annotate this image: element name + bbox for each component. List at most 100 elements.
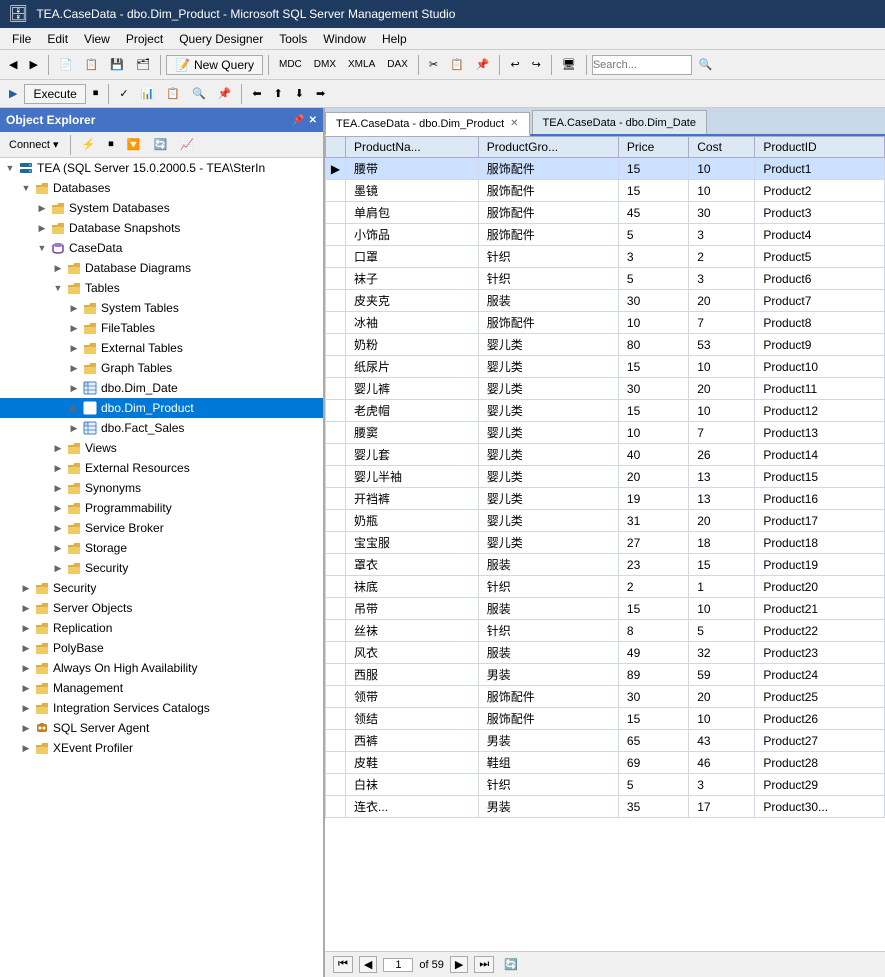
cell-3[interactable]: 20 [689,686,755,708]
table-row[interactable]: 袜底针织21Product20 [326,576,885,598]
tree-toggle-dim-date[interactable]: ▶ [66,383,82,394]
tree-toggle-external-tables[interactable]: ▶ [66,343,82,354]
cell-1[interactable]: 服饰配件 [478,312,618,334]
table-row[interactable]: 口罩针织32Product5 [326,246,885,268]
tb2-parse[interactable]: ✓ [114,82,133,106]
col-price[interactable]: Price [618,137,688,158]
cell-2[interactable]: 30 [618,290,688,312]
menu-item-help[interactable]: Help [374,30,415,48]
tab-close-dim-product-tab[interactable]: ✕ [510,118,518,129]
cell-2[interactable]: 23 [618,554,688,576]
oe-close-icon[interactable]: ✕ [309,115,317,126]
tb-cut[interactable]: ✂ [424,53,443,77]
table-row[interactable]: 婴儿裤婴儿类3020Product11 [326,378,885,400]
cell-1[interactable]: 服饰配件 [478,202,618,224]
cell-3[interactable]: 1 [689,576,755,598]
cell-0[interactable]: 婴儿半袖 [346,466,479,488]
cell-4[interactable]: Product5 [755,246,885,268]
table-row[interactable]: 老虎帽婴儿类1510Product12 [326,400,885,422]
cell-1[interactable]: 针织 [478,246,618,268]
cell-4[interactable]: Product17 [755,510,885,532]
cell-2[interactable]: 15 [618,356,688,378]
tree-item-views[interactable]: ▶Views [0,438,323,458]
tb2-btn5[interactable]: 📌 [213,82,237,106]
cell-1[interactable]: 婴儿类 [478,532,618,554]
cell-1[interactable]: 服装 [478,290,618,312]
cell-2[interactable]: 20 [618,466,688,488]
tree-item-security[interactable]: ▶Security [0,578,323,598]
menu-item-view[interactable]: View [76,30,118,48]
tb-mdc[interactable]: MDC [274,53,307,77]
tree-toggle-system-dbs[interactable]: ▶ [34,203,50,214]
nav-last-btn[interactable]: ⏭ [474,956,494,973]
cell-0[interactable]: 奶瓶 [346,510,479,532]
page-number-input[interactable] [383,958,413,972]
table-row[interactable]: 罩衣服装2315Product19 [326,554,885,576]
cell-4[interactable]: Product30... [755,796,885,818]
cell-3[interactable]: 43 [689,730,755,752]
cell-2[interactable]: 27 [618,532,688,554]
tree-item-external-tables[interactable]: ▶External Tables [0,338,323,358]
tree-item-dim-date[interactable]: ▶dbo.Dim_Date [0,378,323,398]
cell-1[interactable]: 婴儿类 [478,422,618,444]
cell-1[interactable]: 针织 [478,268,618,290]
cell-4[interactable]: Product15 [755,466,885,488]
tb-copy[interactable]: 📋 [445,53,469,77]
tree-toggle-server-objects[interactable]: ▶ [18,603,34,614]
tree-toggle-management[interactable]: ▶ [18,683,34,694]
tb-icon-3[interactable]: 💾 [105,53,129,77]
table-row[interactable]: 冰袖服饰配件107Product8 [326,312,885,334]
tree-toggle-always-on[interactable]: ▶ [18,663,34,674]
tree-item-db-snapshots[interactable]: ▶Database Snapshots [0,218,323,238]
tb-paste[interactable]: 📌 [471,53,495,77]
cell-0[interactable]: 腰窦 [346,422,479,444]
tree-item-system-tables[interactable]: ▶System Tables [0,298,323,318]
tb2-btn3[interactable]: 📋 [161,82,185,106]
cell-3[interactable]: 10 [689,180,755,202]
cell-0[interactable]: 腰带 [346,158,479,180]
cell-0[interactable]: 皮鞋 [346,752,479,774]
cell-0[interactable]: 西服 [346,664,479,686]
cell-2[interactable]: 2 [618,576,688,598]
cell-3[interactable]: 3 [689,774,755,796]
tree-item-programmability[interactable]: ▶Programmability [0,498,323,518]
cell-0[interactable]: 袜底 [346,576,479,598]
cell-4[interactable]: Product4 [755,224,885,246]
cell-4[interactable]: Product22 [755,620,885,642]
cell-2[interactable]: 5 [618,224,688,246]
tb2-down[interactable]: ⬇ [290,82,309,106]
table-row[interactable]: 连衣...男装3517Product30... [326,796,885,818]
table-row[interactable]: 西服男装8959Product24 [326,664,885,686]
tree-toggle-sql-agent[interactable]: ▶ [18,723,34,734]
tree-item-server-objects[interactable]: ▶Server Objects [0,598,323,618]
table-row[interactable]: 风衣服装4932Product23 [326,642,885,664]
cell-3[interactable]: 10 [689,356,755,378]
cell-4[interactable]: Product6 [755,268,885,290]
cell-2[interactable]: 15 [618,180,688,202]
nav-first-btn[interactable]: ⏮ [333,956,353,973]
cell-0[interactable]: 纸尿片 [346,356,479,378]
table-row[interactable]: ▶腰带服饰配件1510Product1 [326,158,885,180]
cell-3[interactable]: 13 [689,466,755,488]
cell-4[interactable]: Product18 [755,532,885,554]
cell-4[interactable]: Product1 [755,158,885,180]
cell-0[interactable]: 冰袖 [346,312,479,334]
cell-1[interactable]: 服饰配件 [478,180,618,202]
oe-connect-btn[interactable]: Connect ▾ [4,133,64,157]
cell-4[interactable]: Product7 [755,290,885,312]
cell-1[interactable]: 服装 [478,598,618,620]
cell-3[interactable]: 10 [689,400,755,422]
cell-4[interactable]: Product23 [755,642,885,664]
cell-1[interactable]: 服饰配件 [478,686,618,708]
cell-1[interactable]: 鞋组 [478,752,618,774]
table-row[interactable]: 西裤男装6543Product27 [326,730,885,752]
nav-next-btn[interactable]: ▶ [450,956,468,973]
table-row[interactable]: 丝袜针织85Product22 [326,620,885,642]
tab-dim-date-tab[interactable]: TEA.CaseData - dbo.Dim_Date [532,110,707,134]
table-row[interactable]: 婴儿半袖婴儿类2013Product15 [326,466,885,488]
cell-2[interactable]: 5 [618,268,688,290]
cell-3[interactable]: 10 [689,598,755,620]
cell-4[interactable]: Product10 [755,356,885,378]
back-btn[interactable]: ◀ [4,53,22,77]
cell-4[interactable]: Product9 [755,334,885,356]
